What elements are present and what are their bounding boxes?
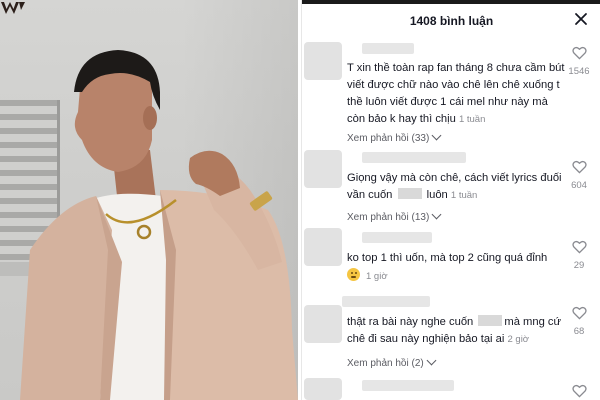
worried-face-icon — [347, 268, 360, 281]
like-button[interactable]: 29 — [564, 240, 594, 271]
heart-icon — [571, 240, 587, 254]
commenter-avatar[interactable] — [304, 228, 342, 266]
like-button[interactable]: 604 — [564, 160, 594, 191]
heart-icon — [571, 384, 587, 398]
commenter-avatar[interactable] — [304, 305, 342, 343]
comment-text: Giọng vậy mà còn chê, cách viết lyrics đ… — [347, 172, 562, 201]
like-count: 604 — [571, 180, 587, 191]
comment-text: T xin thề toàn rap fan tháng 8 chưa cầm … — [347, 62, 565, 125]
commenter-avatar[interactable] — [304, 150, 342, 188]
heart-icon — [571, 306, 587, 320]
commenter-avatar[interactable] — [304, 42, 342, 80]
comment-meta: 1 giờ — [347, 268, 567, 285]
like-count: 1546 — [568, 66, 590, 77]
chevron-down-icon — [431, 130, 442, 141]
commenter-name-redacted — [362, 43, 414, 54]
commenter-name-redacted — [362, 232, 432, 243]
comment-time: 2 giờ — [507, 334, 530, 345]
commenter-name-redacted — [362, 152, 466, 163]
artist-photo — [0, 0, 298, 400]
comment-text: ko top 1 thì uốn, mà top 2 cũng quá đỉnh — [347, 252, 548, 264]
like-button[interactable]: 68 — [564, 306, 594, 337]
like-button[interactable] — [564, 384, 594, 400]
like-button[interactable]: 1546 — [564, 46, 594, 77]
comment-time: 1 tuần — [450, 190, 478, 201]
view-replies-button[interactable]: Xem phản hồi (33) — [347, 130, 442, 144]
like-count: 68 — [573, 326, 585, 337]
chevron-down-icon — [431, 209, 442, 220]
like-count: 29 — [573, 260, 585, 271]
comments-panel[interactable]: 1408 bình luận T xin thề toàn rap fan th… — [301, 0, 600, 400]
view-replies-button[interactable]: Xem phản hồi (13) — [347, 209, 442, 223]
comment-text: thật ra bài này nghe cuốn mà mng cứ chê … — [347, 315, 561, 345]
view-replies-button[interactable]: Xem phản hồi (2) — [347, 355, 437, 369]
comment-time: 1 tuần — [458, 114, 486, 125]
chevron-down-icon — [426, 355, 437, 366]
comments-count-title: 1408 bình luận — [409, 14, 494, 28]
heart-icon — [571, 46, 587, 60]
comment-time: 1 giờ — [366, 271, 388, 282]
commenter-name-redacted — [362, 380, 454, 391]
commenter-avatar[interactable] — [304, 378, 342, 400]
w-logo — [1, 2, 25, 14]
censored-word — [397, 188, 422, 199]
person-illustration — [20, 50, 298, 400]
close-icon[interactable] — [572, 10, 590, 28]
heart-icon — [571, 160, 587, 174]
commenter-name-redacted — [342, 296, 430, 307]
censored-word — [478, 315, 503, 326]
